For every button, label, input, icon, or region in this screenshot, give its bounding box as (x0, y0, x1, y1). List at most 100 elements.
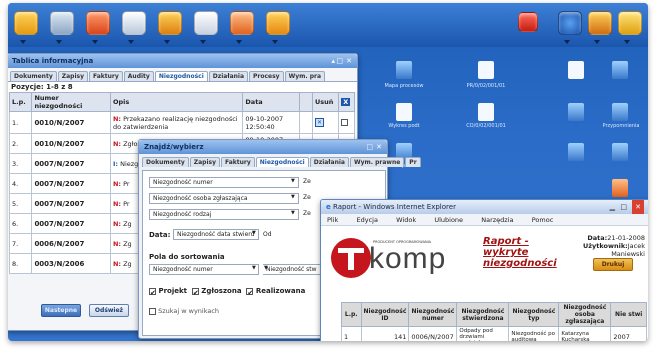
tab-dokumenty[interactable]: Dokumenty (10, 71, 57, 81)
tab-faktury[interactable]: Faktury (220, 157, 255, 167)
folder-icon[interactable] (14, 11, 38, 35)
col-header: L.p. (8, 92, 33, 112)
tab-dzialania[interactable]: Działania (309, 157, 349, 167)
search-icon[interactable] (50, 11, 74, 35)
chevron-down-icon[interactable] (92, 40, 98, 44)
table-row[interactable]: 1. 0010/N/2007 N: Przekazano realizację … (8, 111, 355, 134)
col-header: Niezgodność ID (360, 302, 410, 327)
minimize-icon[interactable]: ▁ (610, 200, 615, 214)
refresh-button[interactable]: Odśwież (89, 304, 129, 317)
tab-niezgodnosci[interactable]: Niezgodności (255, 157, 309, 167)
tab-zapisy[interactable]: Zapisy (57, 71, 88, 81)
file-icon[interactable] (478, 103, 494, 121)
checkbox-zgloszona[interactable]: ✔ (191, 287, 199, 297)
chevron-down-icon[interactable] (56, 40, 62, 44)
lp-cell: 4. (8, 173, 33, 194)
menu-edycja[interactable]: Edycja (357, 216, 378, 224)
tab-dokumenty[interactable]: Dokumenty (142, 157, 189, 167)
field-select[interactable]: Niezgodność rodzaj (149, 209, 299, 220)
number-cell: 0006/N/2007 (31, 233, 111, 254)
menu-plik[interactable]: Plik (327, 216, 338, 224)
chevron-down-icon[interactable]: ▼ (264, 265, 268, 271)
calendar-icon[interactable] (194, 11, 218, 35)
org-chart-icon[interactable] (158, 11, 182, 35)
row-checkbox[interactable] (341, 119, 349, 126)
close-icon[interactable]: ✕ (632, 200, 644, 214)
print-button[interactable]: Drukuj (593, 258, 633, 271)
sort-label: Pola do sortowania (149, 253, 225, 261)
close-icon[interactable]: ✕ (346, 54, 352, 68)
minimize-icon[interactable]: ▴ (331, 54, 335, 68)
menu-widok[interactable]: Widok (396, 216, 416, 224)
help-icon[interactable] (558, 11, 582, 35)
chevron-down-icon[interactable] (594, 40, 600, 44)
table-row[interactable]: 1 141 0006/N/2007 Odpady pod drzwiami wy… (341, 326, 647, 341)
chevron-down-icon[interactable] (624, 40, 630, 44)
next-button[interactable]: Nastepne (41, 304, 81, 317)
chevron-down-icon[interactable] (272, 40, 278, 44)
tab-wym-prawne[interactable]: Wym. prawne (349, 157, 405, 167)
menu-narzedzia[interactable]: Narzędzia (481, 216, 513, 224)
checkbox-search-results[interactable] (149, 307, 156, 315)
maximize-icon[interactable]: □ (336, 54, 343, 68)
tab-dzialania[interactable]: Działania (208, 71, 248, 81)
tab-zapisy[interactable]: Zapisy (189, 157, 220, 167)
number-cell: 0007/N/2007 (31, 193, 111, 214)
mail-icon[interactable] (266, 11, 290, 35)
chevron-down-icon[interactable] (564, 40, 570, 44)
file-icon[interactable] (396, 103, 412, 121)
tab-procesy[interactable]: Procesy (249, 71, 284, 81)
field-select[interactable]: Niezgodność osoba zgłaszająca (149, 193, 299, 204)
empty-cell (298, 111, 313, 134)
file-icon[interactable] (568, 103, 584, 121)
tab-pr[interactable]: Pr (405, 157, 421, 167)
chevron-down-icon[interactable]: ▼ (252, 230, 256, 236)
chevron-down-icon[interactable]: ▼ (291, 194, 295, 200)
tab-audity[interactable]: Audity (123, 71, 154, 81)
file-icon[interactable] (612, 179, 628, 197)
menu-bar: Plik Edycja Widok Ulubione Narzędzia Pom… (321, 214, 648, 226)
file-icon[interactable] (612, 143, 628, 161)
tag: N: (112, 199, 122, 208)
star-icon[interactable] (618, 11, 642, 35)
file-icon[interactable] (612, 61, 628, 79)
alert-icon[interactable] (518, 12, 538, 32)
tag: N: (112, 259, 122, 268)
sort-select[interactable]: Niezgodność numer (149, 264, 259, 275)
chevron-down-icon[interactable] (20, 40, 26, 44)
delete-cell: ✕ (311, 111, 340, 134)
tools-icon[interactable] (588, 11, 612, 35)
maximize-icon[interactable]: □ (366, 140, 373, 154)
tab-wym-pra[interactable]: Wym. pra (284, 71, 326, 81)
checkbox-projekt[interactable]: ✔ (149, 287, 156, 297)
document-icon[interactable] (122, 11, 146, 35)
menu-ulubione[interactable]: Ulubione (434, 216, 463, 224)
maximize-icon[interactable]: □ (620, 200, 627, 214)
chevron-down-icon[interactable] (164, 40, 170, 44)
chevron-down-icon[interactable] (236, 40, 242, 44)
chevron-down-icon[interactable] (200, 40, 206, 44)
chevron-down-icon[interactable] (128, 40, 134, 44)
close-icon[interactable]: ✕ (376, 140, 382, 154)
file-icon[interactable] (396, 61, 412, 79)
tab-faktury[interactable]: Faktury (88, 71, 123, 81)
users-icon[interactable] (230, 11, 254, 35)
chevron-down-icon[interactable]: ▼ (291, 210, 295, 216)
file-icon[interactable] (612, 103, 628, 121)
file-icon[interactable] (568, 61, 584, 79)
found-cell: Odpady pod drzwiami wydziału (456, 326, 510, 341)
date-select[interactable]: Niezgodność data stwierd (173, 229, 259, 240)
inbox-icon[interactable] (86, 11, 110, 35)
file-icon[interactable] (568, 143, 584, 161)
checkbox-realizowana[interactable]: ✔ (246, 287, 254, 297)
status-checkboxes: ✔ Projekt ✔ Zgłoszona ✔ Realizowana (149, 287, 305, 297)
col-select: X (338, 92, 355, 112)
menu-pomoc[interactable]: Pomoc (532, 216, 554, 224)
chevron-down-icon[interactable]: ▼ (252, 265, 256, 271)
tab-niezgodnosci[interactable]: Niezgodności (154, 71, 208, 81)
user-label: Użytkownik: (582, 242, 628, 250)
delete-icon[interactable]: ✕ (314, 118, 324, 127)
file-icon[interactable] (478, 61, 494, 79)
chevron-down-icon[interactable]: ▼ (291, 178, 295, 184)
field-select[interactable]: Niezgodność numer (149, 177, 299, 188)
